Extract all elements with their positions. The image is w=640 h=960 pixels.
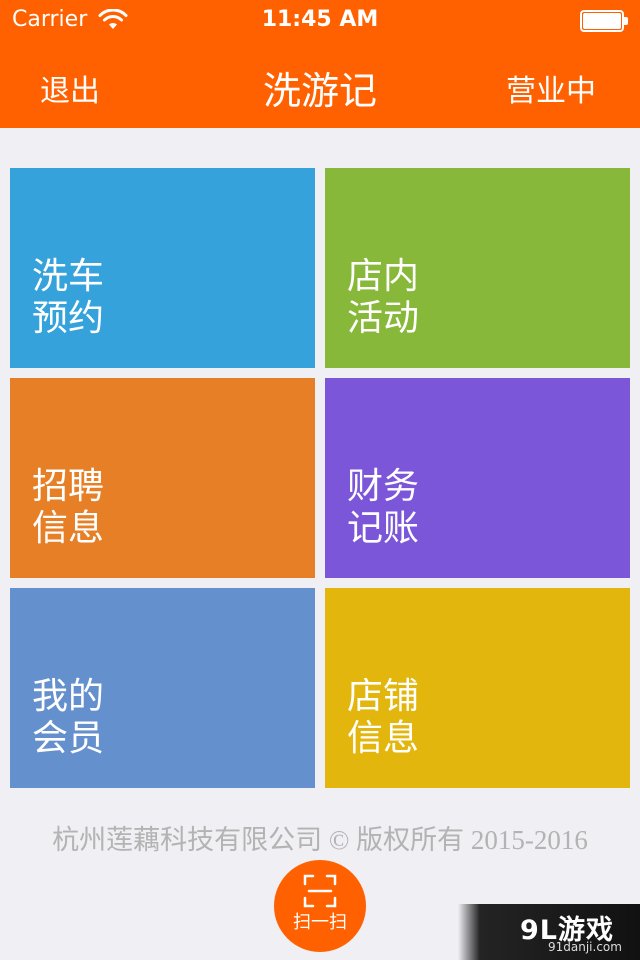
scan-button[interactable]: 扫一扫 — [274, 860, 366, 952]
status-bar: Carrier 11:45 AM — [0, 0, 640, 40]
watermark: 9L游戏 91danji.com — [458, 904, 640, 960]
watermark-url: 91danji.com — [548, 940, 622, 954]
battery-icon — [580, 10, 628, 32]
tile-store-events[interactable]: 店内 活动 — [325, 168, 630, 368]
scan-frame-icon — [303, 874, 337, 908]
tile-label-line1: 洗车 — [32, 256, 105, 297]
top-bar: Carrier 11:45 AM 退出 洗游记 营业中 — [0, 0, 640, 128]
tile-label-line1: 财务 — [347, 466, 420, 507]
tile-label-line2: 预约 — [32, 298, 105, 339]
tile-car-wash-booking[interactable]: 洗车 预约 — [10, 168, 315, 368]
tile-finance-bookkeeping[interactable]: 财务 记账 — [325, 378, 630, 578]
tile-label-line2: 信息 — [347, 718, 420, 759]
tile-label-line2: 记账 — [347, 508, 420, 549]
tile-label-line1: 我的 — [32, 676, 105, 717]
tile-my-members[interactable]: 我的 会员 — [10, 588, 315, 788]
tile-recruitment-info[interactable]: 招聘 信息 — [10, 378, 315, 578]
navigation-bar: 退出 洗游记 营业中 — [0, 40, 640, 128]
tile-label-line1: 招聘 — [32, 466, 105, 507]
status-time: 11:45 AM — [261, 7, 379, 32]
tile-label-line1: 店内 — [347, 256, 420, 297]
copyright-text: 杭州莲藕科技有限公司 © 版权所有 2015-2016 — [52, 825, 588, 855]
business-status-button[interactable]: 营业中 — [506, 66, 596, 110]
tile-store-info[interactable]: 店铺 信息 — [325, 588, 630, 788]
tile-label-line2: 会员 — [32, 718, 105, 759]
tile-label-line2: 信息 — [32, 508, 105, 549]
tile-label-line1: 店铺 — [347, 676, 420, 717]
scan-button-label: 扫一扫 — [293, 912, 347, 933]
tile-label-line2: 活动 — [347, 298, 420, 339]
